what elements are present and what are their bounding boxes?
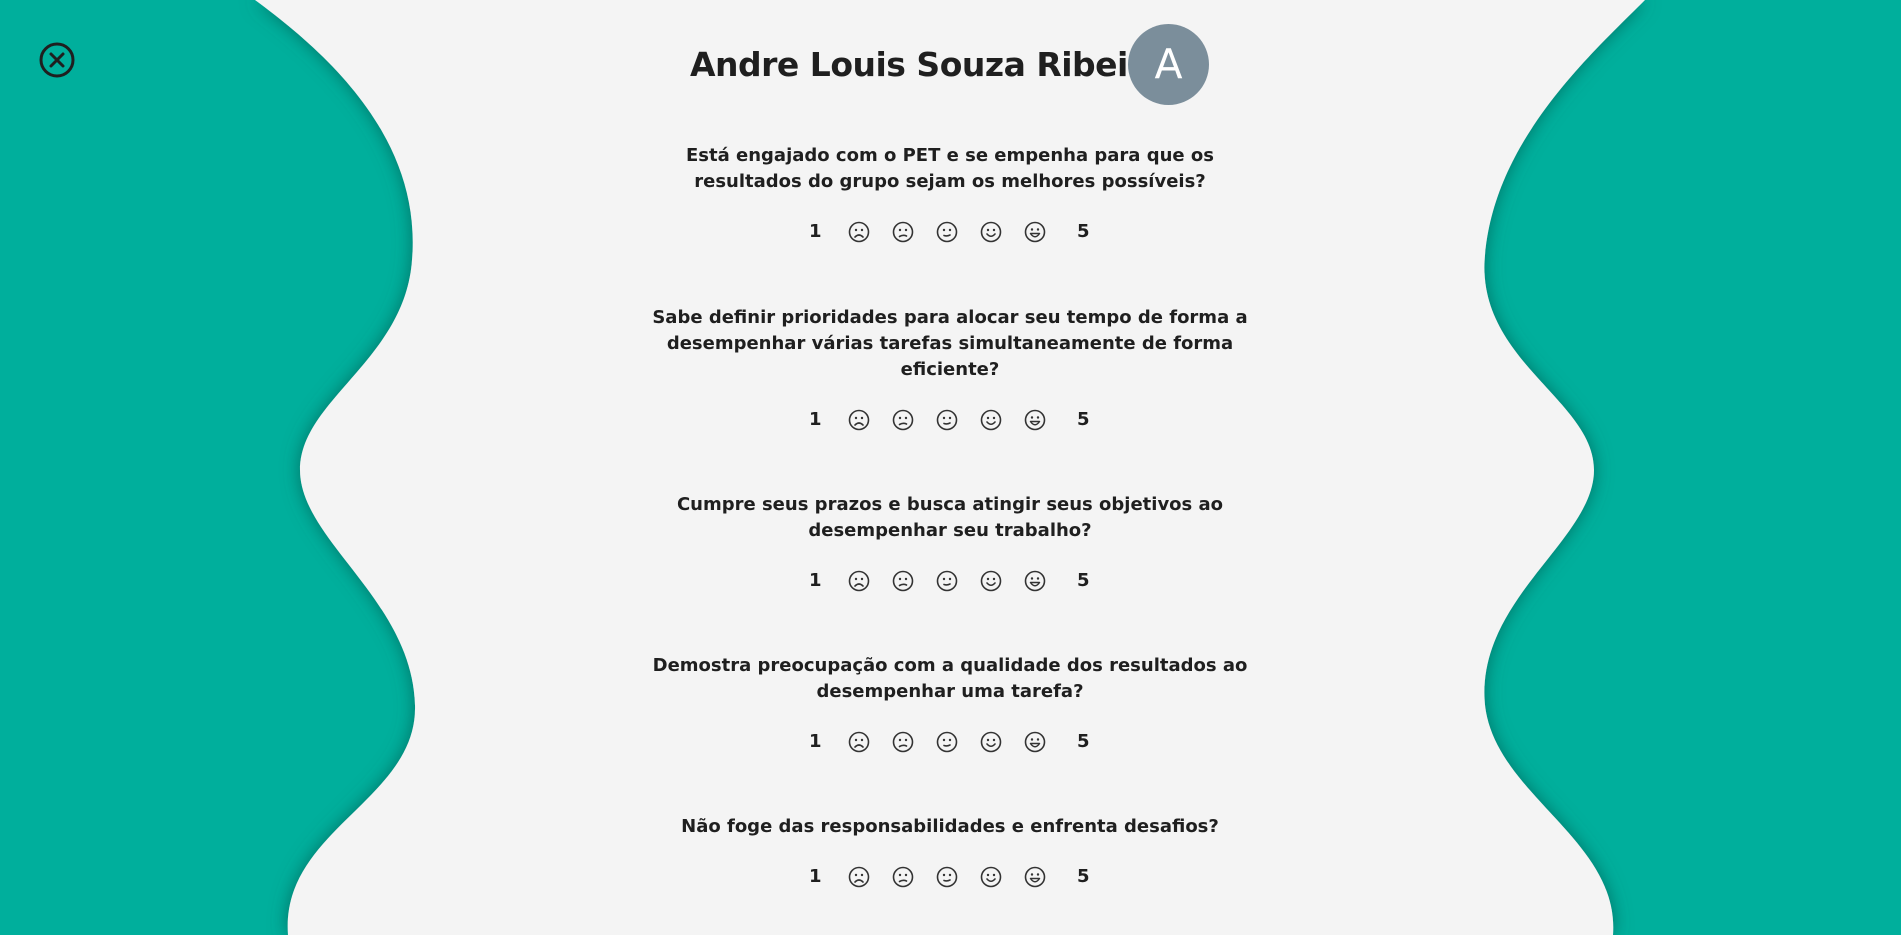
smile-face-icon[interactable] (980, 570, 1002, 592)
neutral-face-icon[interactable] (936, 866, 958, 888)
rating-scale: 1 5 (650, 862, 1250, 892)
very-sad-face-icon[interactable] (848, 409, 870, 431)
sad-face-icon[interactable] (892, 866, 914, 888)
question-item: Não foge das responsabilidades e enfrent… (650, 814, 1250, 892)
question-item: Cumpre seus prazos e busca atingir seus … (650, 492, 1250, 596)
grin-face-icon[interactable] (1024, 866, 1046, 888)
neutral-face-icon[interactable] (936, 570, 958, 592)
scale-max-label: 5 (1077, 409, 1090, 430)
grin-face-icon[interactable] (1024, 731, 1046, 753)
smile-face-icon[interactable] (980, 866, 1002, 888)
sad-face-icon[interactable] (892, 409, 914, 431)
avatar: A (1128, 24, 1209, 105)
neutral-face-icon[interactable] (936, 731, 958, 753)
scale-min-label: 1 (809, 570, 822, 591)
evaluation-header: Andre Louis Souza Ribeiro A (650, 24, 1250, 106)
scale-max-label: 5 (1077, 866, 1090, 887)
very-sad-face-icon[interactable] (848, 570, 870, 592)
sad-face-icon[interactable] (892, 570, 914, 592)
smile-face-icon[interactable] (980, 731, 1002, 753)
close-circle-icon (39, 42, 75, 78)
grin-face-icon[interactable] (1024, 409, 1046, 431)
neutral-face-icon[interactable] (936, 409, 958, 431)
scale-min-label: 1 (809, 731, 822, 752)
sad-face-icon[interactable] (892, 221, 914, 243)
question-item: Está engajado com o PET e se empenha par… (650, 143, 1250, 247)
scale-min-label: 1 (809, 221, 822, 242)
neutral-face-icon[interactable] (936, 221, 958, 243)
very-sad-face-icon[interactable] (848, 221, 870, 243)
very-sad-face-icon[interactable] (848, 731, 870, 753)
rating-scale: 1 5 (650, 405, 1250, 435)
scale-max-label: 5 (1077, 570, 1090, 591)
grin-face-icon[interactable] (1024, 221, 1046, 243)
close-button[interactable] (38, 41, 76, 79)
rating-scale: 1 5 (650, 217, 1250, 247)
smile-face-icon[interactable] (980, 409, 1002, 431)
scale-max-label: 5 (1077, 221, 1090, 242)
scale-min-label: 1 (809, 866, 822, 887)
question-text: Demostra preocupação com a qualidade dos… (652, 655, 1248, 702)
question-item: Sabe definir prioridades para alocar seu… (650, 305, 1250, 435)
smile-face-icon[interactable] (980, 221, 1002, 243)
sad-face-icon[interactable] (892, 731, 914, 753)
rating-scale: 1 5 (650, 727, 1250, 757)
scale-max-label: 5 (1077, 731, 1090, 752)
question-text: Cumpre seus prazos e busca atingir seus … (676, 494, 1224, 541)
question-text: Sabe definir prioridades para alocar seu… (652, 307, 1248, 380)
question-text: Não foge das responsabilidades e enfrent… (681, 816, 1219, 837)
evaluation-screen: Andre Louis Souza Ribeiro A Está engajad… (0, 0, 1901, 935)
rating-scale: 1 5 (650, 566, 1250, 596)
grin-face-icon[interactable] (1024, 570, 1046, 592)
very-sad-face-icon[interactable] (848, 866, 870, 888)
evaluated-person-name: Andre Louis Souza Ribeiro (690, 45, 1166, 84)
question-text: Está engajado com o PET e se empenha par… (686, 145, 1214, 192)
question-item: Demostra preocupação com a qualidade dos… (650, 653, 1250, 757)
scale-min-label: 1 (809, 409, 822, 430)
evaluation-form: Andre Louis Souza Ribeiro A Está engajad… (650, 0, 1250, 935)
